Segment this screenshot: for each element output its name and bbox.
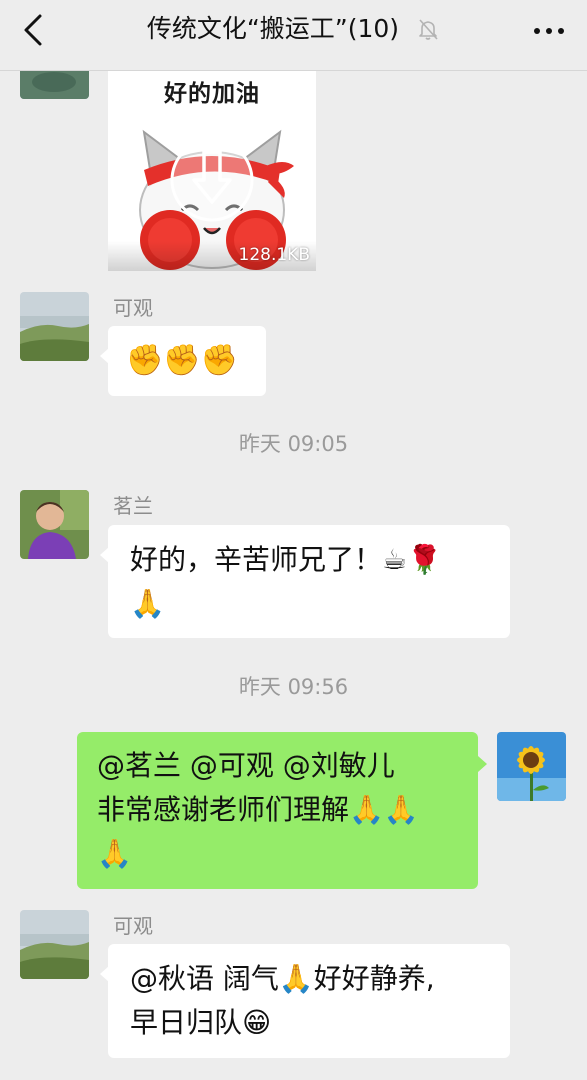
- more-horizontal-icon[interactable]: [529, 14, 569, 48]
- message-text-line: 好的，辛苦师兄了！☕🌹: [130, 543, 442, 576]
- timestamp: 昨天 09:56: [238, 675, 349, 699]
- message-text-line: @秋语 阔气🙏好好静养,: [130, 962, 435, 995]
- avatar-self[interactable]: [497, 732, 566, 801]
- message-bubble[interactable]: @秋语 阔气🙏好好静养, 早日归队😁: [100, 944, 510, 1058]
- message-bubble-self[interactable]: @茗兰 @可观 @刘敏儿 非常感谢老师们理解🙏🙏 🙏: [77, 732, 487, 889]
- chat-header: 传统文化“搬运工”(10): [0, 0, 587, 71]
- chat-title: 传统文化“搬运工”(10): [146, 14, 400, 43]
- message-text-line: @茗兰 @可观 @刘敏儿: [97, 749, 395, 782]
- sticker-message[interactable]: 好的加油 128.1KB: [108, 70, 316, 271]
- message-bubble[interactable]: 好的，辛苦师兄了！☕🌹 🙏: [100, 525, 510, 638]
- bell-off-icon: [416, 17, 440, 41]
- message-text-line: 🙏: [97, 837, 132, 870]
- message-bubble[interactable]: ✊✊✊: [100, 326, 266, 396]
- timestamp: 昨天 09:05: [238, 432, 349, 456]
- message-text-line: 🙏: [130, 587, 165, 620]
- message-text-line: 非常感谢老师们理解🙏🙏: [97, 793, 419, 826]
- header-title-wrap: 传统文化“搬运工”(10): [0, 12, 587, 46]
- avatar-minglan[interactable]: [20, 490, 89, 559]
- avatar-keguan[interactable]: [20, 910, 89, 979]
- sticker-file-size: 128.1KB: [238, 245, 310, 265]
- message-text: ✊✊✊: [126, 343, 239, 378]
- chat-area[interactable]: 好的加油 128.1KB 可观 ✊✊✊ 昨天 09:05 茗兰 好的，辛苦师兄了…: [0, 0, 587, 1080]
- avatar-keguan[interactable]: [20, 292, 89, 361]
- sender-name: 茗兰: [113, 494, 153, 518]
- download-icon[interactable]: [190, 148, 234, 208]
- sender-name: 可观: [113, 914, 153, 938]
- sender-name: 可观: [113, 296, 153, 320]
- message-text-line: 早日归队😁: [130, 1006, 272, 1039]
